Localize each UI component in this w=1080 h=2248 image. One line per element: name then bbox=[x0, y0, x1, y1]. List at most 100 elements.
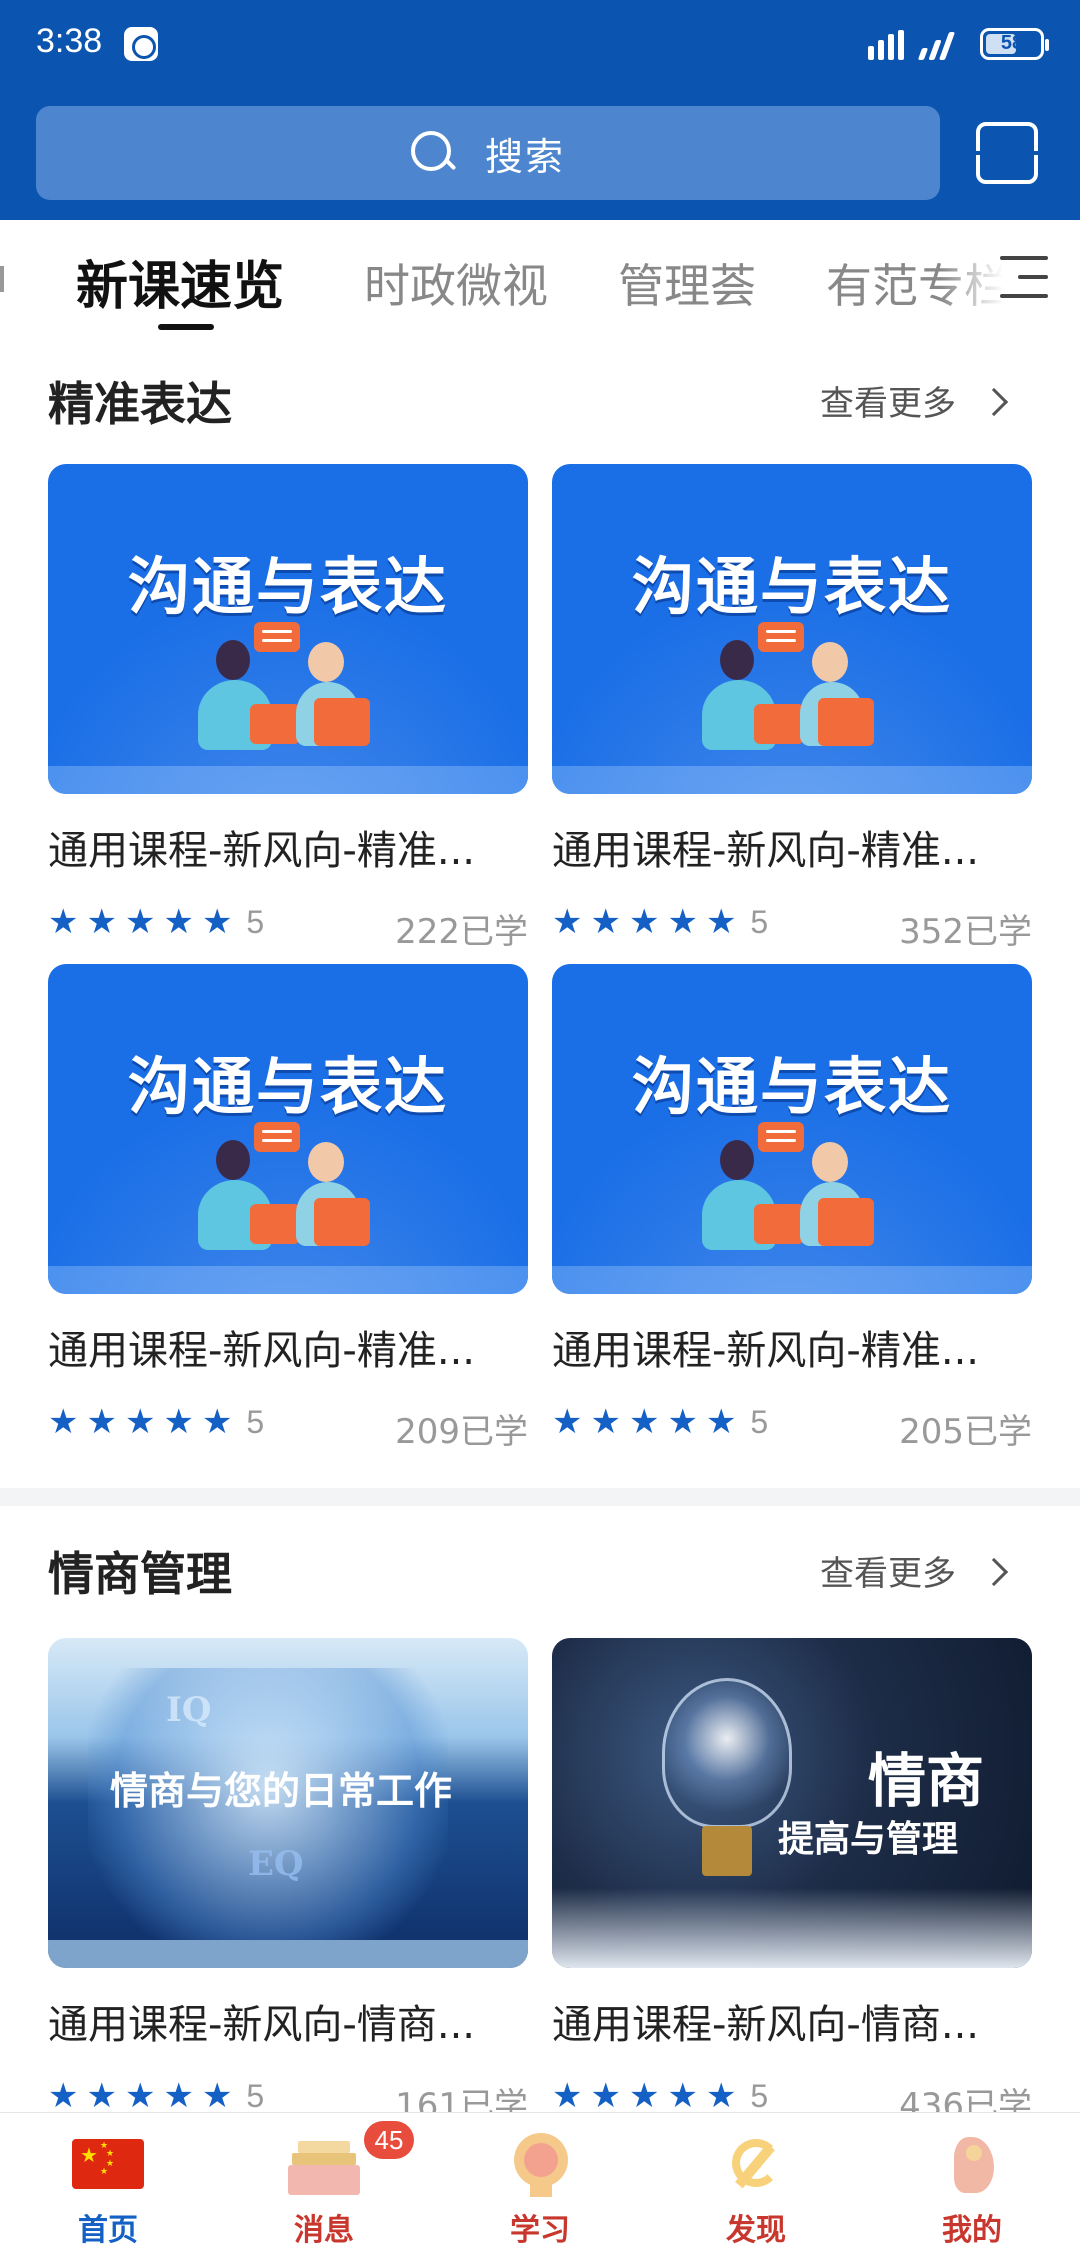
rating-stars: ★ ★ ★ ★ ★ 5 bbox=[48, 1402, 264, 1442]
nav-messages[interactable]: 45 消息 bbox=[216, 2113, 432, 2248]
star-icon: ★ bbox=[201, 2076, 233, 2112]
star-icon: ★ bbox=[124, 2076, 156, 2112]
rating-value: 5 bbox=[246, 1403, 265, 1440]
signal-icon bbox=[868, 30, 914, 60]
view-more-link[interactable]: 查看更多 bbox=[820, 1546, 956, 1595]
star-icon: ★ bbox=[48, 1402, 79, 1442]
nav-label: 首页 bbox=[78, 2213, 138, 2248]
learner-count: 222已学 bbox=[395, 912, 528, 952]
star-icon: ★ bbox=[201, 1402, 233, 1442]
rating-stars: ★ ★ ★ ★ ★ 5 bbox=[552, 1402, 768, 1442]
thumbnail-iq-label: IQ bbox=[166, 1690, 212, 1730]
learner-count: 352已学 bbox=[899, 912, 1032, 952]
rating-stars: ★ ★ ★ ★ ★ 5 bbox=[48, 902, 264, 942]
light-bulb-image bbox=[662, 1678, 792, 1828]
star-icon: ★ bbox=[163, 2076, 194, 2112]
thumbnail-subtitle: 提高与管理 bbox=[778, 1818, 959, 1860]
course-title: 通用课程-新风向-情商... bbox=[48, 2002, 476, 2048]
star-icon: ★ bbox=[628, 1402, 660, 1442]
search-icon bbox=[410, 131, 455, 175]
tab-management[interactable]: 管理荟 bbox=[618, 250, 756, 316]
battery-level: 58 bbox=[1000, 32, 1024, 54]
thumbnail-title: 沟通与表达 bbox=[631, 1050, 952, 1123]
star-icon: ★ bbox=[705, 2076, 737, 2112]
star-icon: ★ bbox=[86, 2076, 117, 2112]
thumbnail-title: 沟通与表达 bbox=[127, 1050, 448, 1123]
menu-icon[interactable] bbox=[1000, 250, 1050, 304]
rating-stars: ★ ★ ★ ★ ★ 5 bbox=[48, 2076, 264, 2113]
rating-stars: ★ ★ ★ ★ ★ 5 bbox=[552, 902, 768, 942]
nav-label: 学习 bbox=[510, 2213, 570, 2248]
rating-value: 5 bbox=[750, 2077, 769, 2113]
search-input[interactable]: 搜索 bbox=[36, 106, 940, 200]
nav-label: 发现 bbox=[726, 2213, 786, 2248]
communication-illustration bbox=[692, 1122, 892, 1262]
course-card[interactable]: 沟通与表达 通用课程-新风向-精准... ★ ★ ★ ★ ★ 5 222已学 bbox=[48, 464, 528, 964]
thumbnail-title: 沟通与表达 bbox=[127, 550, 448, 623]
nav-profile[interactable]: 我的 bbox=[864, 2113, 1080, 2248]
learner-count: 209已学 bbox=[395, 1412, 528, 1452]
course-thumbnail[interactable]: IQ 情商与您的日常工作 EQ bbox=[48, 1638, 528, 1968]
star-icon: ★ bbox=[590, 902, 621, 942]
notification-app-icon bbox=[124, 27, 158, 61]
app-header: 3:38 58 搜索 bbox=[0, 0, 1080, 220]
course-card[interactable]: 情商 提高与管理 通用课程-新风向-情商... ★ ★ ★ ★ ★ 5 436已学 bbox=[552, 1638, 1032, 2112]
thumbnail-title: 情商 bbox=[868, 1747, 985, 1815]
star-icon: ★ bbox=[667, 902, 698, 942]
unread-badge: 45 bbox=[364, 2121, 414, 2159]
course-title: 通用课程-新风向-精准... bbox=[552, 1328, 980, 1374]
thumbnail-title: 情商与您的日常工作 bbox=[110, 1768, 453, 1813]
hammer-sickle-icon bbox=[720, 2133, 792, 2197]
rating-value: 5 bbox=[246, 903, 265, 940]
course-thumbnail[interactable]: 情商 提高与管理 bbox=[552, 1638, 1032, 1968]
course-card[interactable]: 沟通与表达 通用课程-新风向-精准... ★ ★ ★ ★ ★ 5 352已学 bbox=[552, 464, 1032, 964]
section-eq-management: 情商管理 查看更多 IQ 情商与您的日常工作 EQ 通用课程-新风向-情商...… bbox=[0, 1506, 1080, 2112]
nav-discover[interactable]: 发现 bbox=[648, 2113, 864, 2248]
star-icon: ★ bbox=[124, 1402, 156, 1442]
battery-icon: 58 bbox=[980, 28, 1049, 60]
thumbnail-title: 沟通与表达 bbox=[631, 550, 952, 623]
star-icon: ★ bbox=[705, 1402, 737, 1442]
course-thumbnail[interactable]: 沟通与表达 bbox=[48, 464, 528, 794]
section-divider bbox=[0, 1488, 1080, 1506]
course-thumbnail[interactable]: 沟通与表达 bbox=[552, 464, 1032, 794]
star-icon: ★ bbox=[628, 902, 660, 942]
tab-politics-video[interactable]: 时政微视 bbox=[364, 250, 548, 316]
scan-button[interactable] bbox=[972, 122, 1042, 184]
communication-illustration bbox=[188, 622, 388, 762]
view-more-link[interactable]: 查看更多 bbox=[820, 376, 956, 425]
course-card[interactable]: 沟通与表达 通用课程-新风向-精准... ★ ★ ★ ★ ★ 5 209已学 bbox=[48, 964, 528, 1464]
star-icon: ★ bbox=[552, 902, 583, 942]
nav-label: 消息 bbox=[294, 2213, 354, 2248]
course-card[interactable]: IQ 情商与您的日常工作 EQ 通用课程-新风向-情商... ★ ★ ★ ★ ★ 5 1… bbox=[48, 1638, 528, 2112]
star-icon: ★ bbox=[590, 2076, 621, 2112]
rating-stars: ★ ★ ★ ★ ★ 5 bbox=[552, 2076, 769, 2113]
star-icon: ★ bbox=[667, 2076, 698, 2112]
star-icon: ★ bbox=[86, 1402, 117, 1442]
scroll-hint bbox=[0, 266, 4, 292]
communication-illustration bbox=[692, 622, 892, 762]
course-card[interactable]: 沟通与表达 通用课程-新风向-精准... ★ ★ ★ ★ ★ 5 205已学 bbox=[552, 964, 1032, 1464]
thumbnail-eq-label: EQ bbox=[248, 1844, 304, 1884]
course-title: 通用课程-新风向-精准... bbox=[48, 1328, 476, 1374]
star-icon: ★ bbox=[124, 902, 156, 942]
course-thumbnail[interactable]: 沟通与表达 bbox=[552, 964, 1032, 1294]
chevron-right-icon[interactable] bbox=[979, 1557, 1009, 1587]
active-tab-indicator bbox=[158, 324, 214, 330]
section-title: 精准表达 bbox=[48, 377, 232, 431]
nav-study[interactable]: 学习 bbox=[432, 2113, 648, 2248]
tab-new-courses[interactable]: 新课速览 bbox=[76, 244, 284, 319]
status-time: 3:38 bbox=[36, 22, 103, 60]
learner-count: 436已学 bbox=[899, 2086, 1032, 2112]
star-icon: ★ bbox=[86, 902, 117, 942]
communication-illustration bbox=[188, 1122, 388, 1262]
course-title: 通用课程-新风向-情商... bbox=[552, 2002, 980, 2048]
learner-count: 161已学 bbox=[395, 2086, 528, 2112]
nav-home[interactable]: ★ ★ ★ ★ ★ 首页 bbox=[0, 2113, 216, 2248]
rating-value: 5 bbox=[750, 903, 769, 940]
course-thumbnail[interactable]: 沟通与表达 bbox=[48, 964, 528, 1294]
section-precise-expression: 精准表达 查看更多 沟通与表达 通用课程-新风向-精准... ★ ★ ★ ★ ★ 5 2… bbox=[0, 340, 1080, 1500]
chevron-right-icon[interactable] bbox=[979, 387, 1009, 417]
emblem-icon bbox=[504, 2133, 576, 2197]
search-placeholder: 搜索 bbox=[484, 134, 565, 179]
